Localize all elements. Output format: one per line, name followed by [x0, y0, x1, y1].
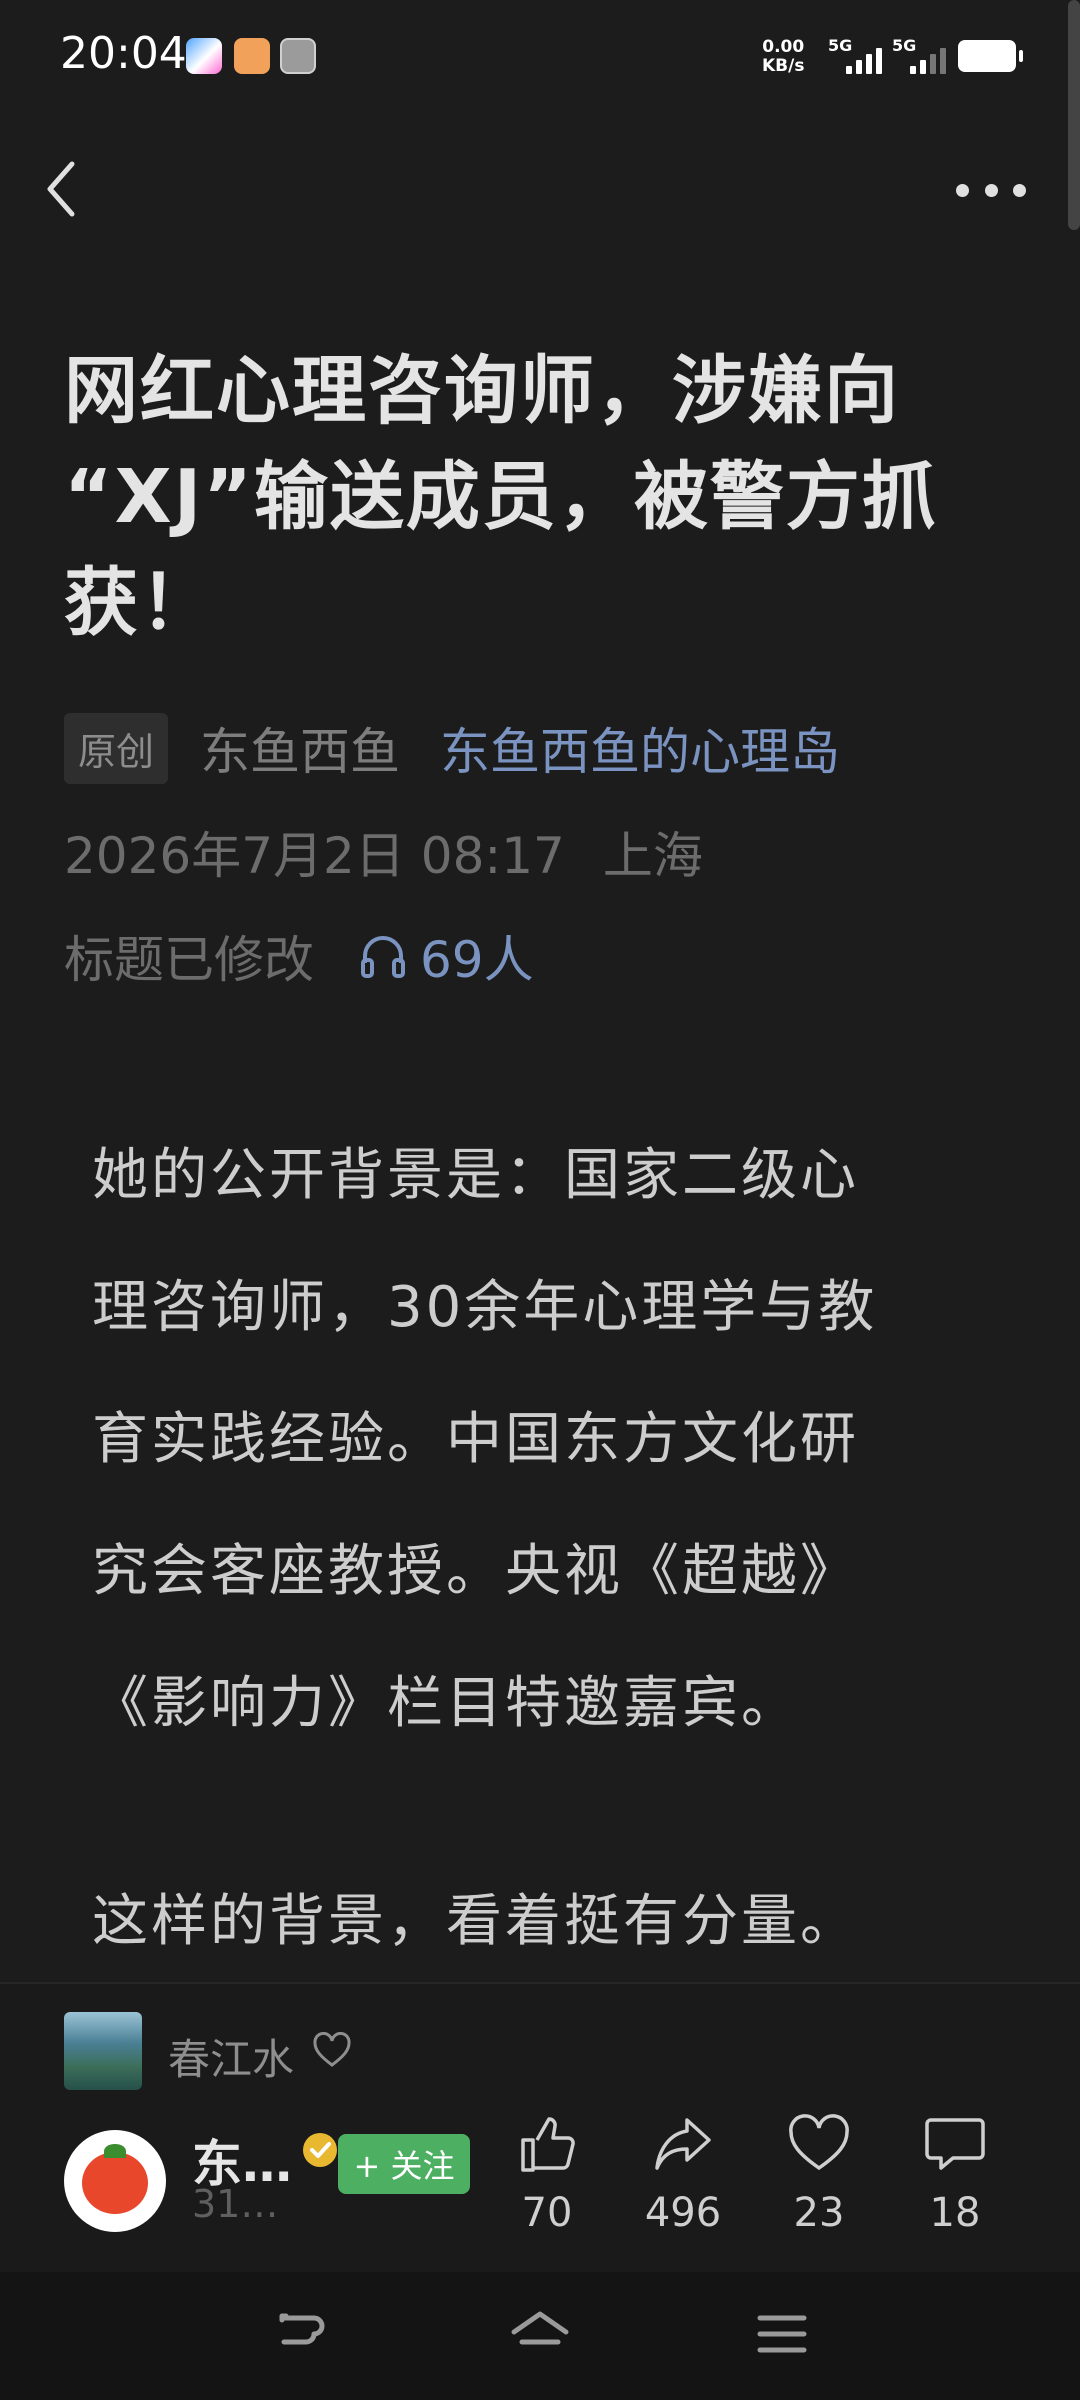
more-dot [984, 183, 998, 197]
share-button[interactable]: 496 [628, 2104, 738, 2236]
paragraph: 她的公开背景是：国家二级心 理咨询师，30余年心理学与教 育实践经验。中国东方文… [92, 1110, 992, 1770]
author-subtitle: 31… [192, 2182, 279, 2226]
home-icon [511, 2311, 569, 2345]
paragraph-line: 育实践经验。中国东方文化研 [92, 1407, 859, 1472]
comment-button[interactable]: 18 [900, 2104, 1010, 2236]
title-line: 获！ [64, 560, 216, 646]
network-speed-value: 0.00 [762, 37, 805, 57]
listener-count: 69人 [420, 931, 534, 989]
account-link[interactable]: 东鱼西鱼的心理岛 [440, 712, 840, 784]
title-edited-note: 标题已修改 [64, 931, 314, 989]
publish-datetime: 2026年7月2日 08:17 [64, 827, 565, 885]
system-back-button[interactable] [272, 2306, 328, 2366]
bottom-panel: 春江水 东… 31… + 关注 70 496 23 18 [0, 1982, 1080, 2274]
verified-badge-icon [303, 2133, 337, 2167]
paragraph-line: 理咨询师，30余年心理学与教 [92, 1275, 878, 1340]
more-dot [1013, 183, 1026, 197]
paragraph-line: 她的公开背景是：国家二级心 [92, 1143, 859, 1208]
signal-icon [910, 46, 946, 74]
like-button[interactable]: 70 [492, 2104, 602, 2236]
paragraph-line: 究会客座教授。央视《超越》 [92, 1539, 859, 1604]
battery-icon [958, 40, 1023, 72]
share-count: 496 [644, 2190, 722, 2236]
author-avatar[interactable] [64, 2130, 166, 2232]
title-line: “XJ”输送成员，被警方抓 [64, 454, 938, 540]
system-home-button[interactable] [508, 2306, 572, 2366]
original-badge: 原创 [64, 712, 169, 784]
article-body: 她的公开背景是：国家二级心 理咨询师，30余年心理学与教 育实践经验。中国东方文… [92, 1110, 992, 1988]
heart-outline-icon [313, 2032, 351, 2067]
music-title[interactable]: 春江水 [168, 2026, 294, 2087]
status-time: 20:04 [60, 28, 187, 79]
favorite-button[interactable]: 23 [764, 2104, 874, 2236]
back-button[interactable] [38, 156, 88, 222]
comment-bubble-icon [925, 2118, 985, 2170]
like-count: 70 [521, 2190, 573, 2236]
music-cover-image[interactable] [64, 2012, 142, 2090]
author-name[interactable]: 东鱼西鱼 [200, 712, 400, 784]
listen-button[interactable]: 69人 [358, 920, 534, 992]
follow-button[interactable]: + 关注 [338, 2134, 470, 2194]
app-notification-icon [234, 38, 270, 74]
app-notification-icon [186, 38, 222, 74]
back-arrow-icon [276, 2313, 325, 2345]
status-bar: 20:04 0.00 KB/s 5G 5G [0, 0, 1080, 110]
network-speed: 0.00 KB/s [762, 38, 804, 76]
headphones-icon [361, 936, 405, 978]
more-dot [956, 183, 969, 197]
system-nav-bar [0, 2272, 1080, 2400]
system-menu-button[interactable] [756, 2306, 808, 2366]
tomato-logo [82, 2152, 148, 2214]
title-line: 网红心理咨询师，涉嫌向 [64, 348, 900, 434]
menu-icon [757, 2315, 807, 2353]
share-arrow-icon [655, 2118, 711, 2170]
network-speed-unit: KB/s [762, 56, 805, 76]
article-page: 20:04 0.00 KB/s 5G 5G 网红心理咨询师，涉嫌向 “XJ”输送… [0, 0, 1080, 2400]
more-options-button[interactable] [956, 168, 1026, 212]
settings-notification-icon [280, 38, 316, 74]
favorite-count: 23 [793, 2190, 845, 2236]
article-meta-source: 原创 东鱼西鱼 东鱼西鱼的心理岛 [64, 712, 840, 784]
music-like-button[interactable] [312, 2032, 352, 2072]
article-title: 网红心理咨询师，涉嫌向 “XJ”输送成员，被警方抓 获！ [64, 338, 1024, 656]
thumbs-up-icon [521, 2117, 575, 2172]
signal-icon [846, 46, 882, 74]
paragraph: 这样的背景，看着挺有分量。 [92, 1889, 859, 1954]
chevron-left-icon [47, 161, 75, 217]
publish-location: 上海 [602, 827, 703, 885]
article-meta-extra: 标题已修改 69人 [64, 920, 534, 992]
paragraph-line: 《影响力》栏目特邀嘉宾。 [92, 1671, 800, 1736]
tomato-leaf [104, 2144, 126, 2158]
scrollbar[interactable] [1068, 0, 1080, 230]
heart-outline-icon [789, 2114, 849, 2171]
comment-count: 18 [929, 2190, 981, 2236]
article-meta-time: 2026年7月2日 08:17 上海 [64, 816, 703, 888]
